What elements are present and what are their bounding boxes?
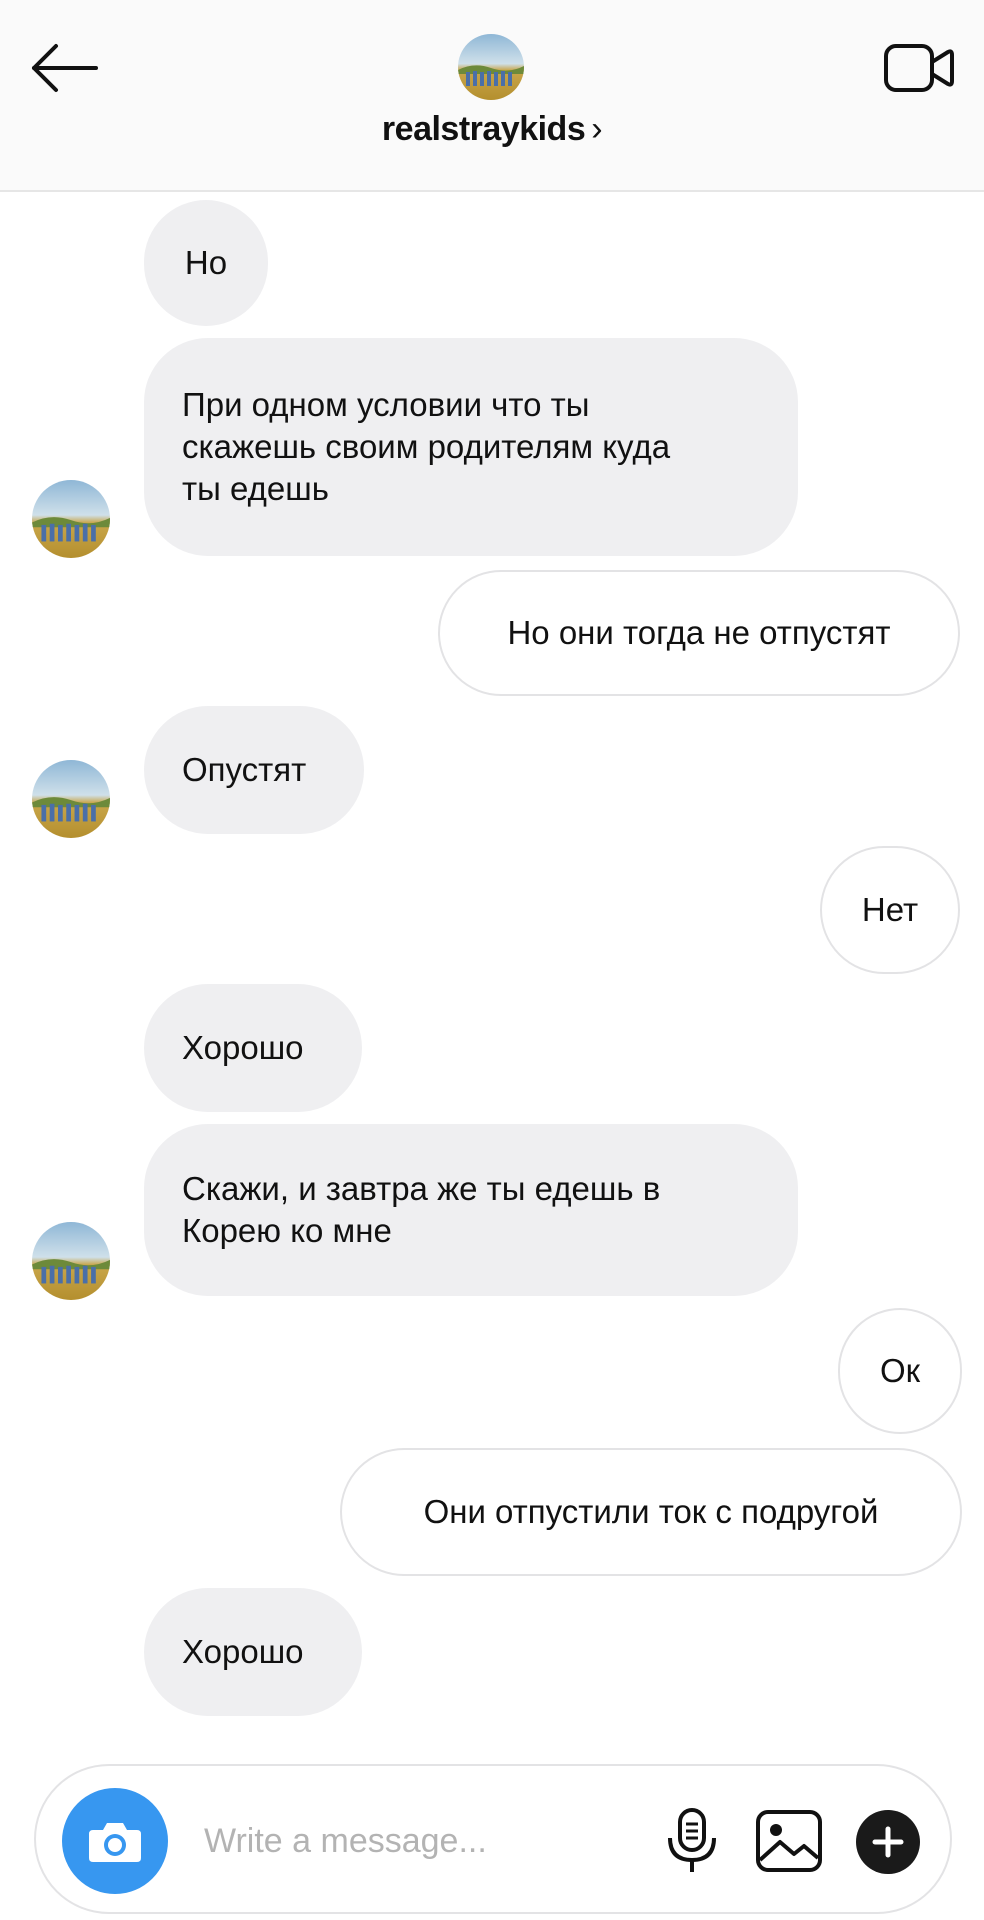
arrow-left-icon bbox=[32, 44, 98, 92]
chevron-right-icon: › bbox=[591, 110, 603, 148]
message-text: При одном условии что ты скажешь своим р… bbox=[182, 386, 671, 507]
chat-header: realstraykids › bbox=[0, 0, 984, 192]
message-outgoing[interactable]: Но они тогда не отпустят bbox=[438, 570, 960, 696]
message-outgoing[interactable]: Они отпустили ток с подругой bbox=[340, 1448, 962, 1576]
gallery-button[interactable] bbox=[754, 1808, 824, 1874]
message-incoming[interactable]: При одном условии что ты скажешь своим р… bbox=[144, 338, 798, 556]
group-photo-avatar bbox=[32, 760, 110, 838]
more-options-button[interactable] bbox=[856, 1810, 920, 1874]
image-gallery-icon bbox=[756, 1810, 822, 1872]
video-call-button[interactable] bbox=[882, 38, 956, 98]
camera-icon bbox=[89, 1823, 141, 1862]
sender-avatar[interactable] bbox=[32, 480, 110, 558]
message-text: Ок bbox=[879, 1352, 921, 1389]
sender-avatar[interactable] bbox=[32, 1222, 110, 1300]
camera-button[interactable] bbox=[62, 1788, 168, 1894]
message-input[interactable] bbox=[204, 1806, 664, 1876]
chat-username[interactable]: realstraykids › bbox=[0, 110, 984, 149]
message-text: Опустят bbox=[182, 751, 307, 788]
message-outgoing[interactable]: Ок bbox=[838, 1308, 962, 1434]
group-photo-avatar bbox=[32, 1222, 110, 1300]
message-text: Нет bbox=[861, 891, 919, 928]
message-incoming[interactable]: Опустят bbox=[144, 706, 364, 834]
message-incoming[interactable]: Скажи, и завтра же ты едешь в Корею ко м… bbox=[144, 1124, 798, 1296]
message-text: Хорошо bbox=[182, 1029, 304, 1066]
message-thread[interactable]: Но При одном условии что ты скажешь свои… bbox=[0, 192, 984, 1732]
voice-message-button[interactable] bbox=[664, 1806, 720, 1876]
sender-avatar[interactable] bbox=[32, 760, 110, 838]
message-text: Они отпустили ток с подругой bbox=[423, 1493, 879, 1530]
message-incoming[interactable]: Но bbox=[144, 200, 268, 326]
message-text: Но они тогда не отпустят bbox=[507, 614, 891, 651]
message-text: Но bbox=[184, 244, 228, 281]
microphone-icon bbox=[668, 1808, 716, 1872]
header-avatar[interactable] bbox=[458, 34, 524, 100]
message-composer bbox=[34, 1764, 952, 1914]
message-incoming[interactable]: Хорошо bbox=[144, 1588, 362, 1716]
plus-icon bbox=[872, 1826, 904, 1858]
username-label: realstraykids bbox=[381, 110, 586, 148]
message-text: Хорошо bbox=[182, 1633, 304, 1670]
video-camera-icon bbox=[884, 44, 954, 92]
group-photo-avatar bbox=[32, 480, 110, 558]
message-text: Скажи, и завтра же ты едешь в Корею ко м… bbox=[182, 1170, 661, 1249]
message-incoming[interactable]: Хорошо bbox=[144, 984, 362, 1112]
message-outgoing[interactable]: Нет bbox=[820, 846, 960, 974]
group-photo-avatar bbox=[458, 34, 524, 100]
back-button[interactable] bbox=[24, 36, 104, 100]
